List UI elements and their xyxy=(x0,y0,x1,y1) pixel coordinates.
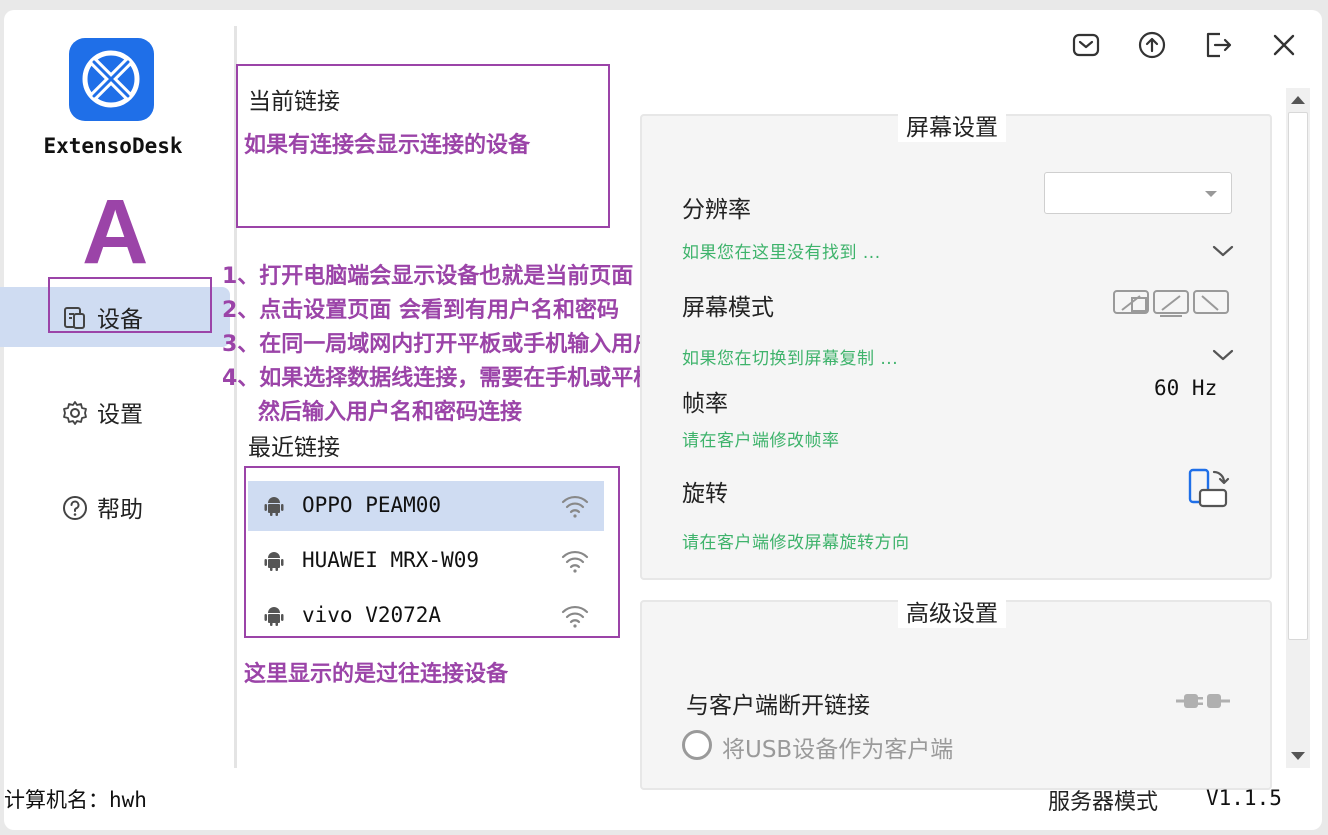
frame-rate-value: 60 Hz xyxy=(1154,376,1218,400)
help-icon xyxy=(63,496,87,520)
disconnect-label: 与客户端断开链接 xyxy=(686,693,870,719)
annotation-box-devices xyxy=(48,277,212,333)
recent-connections-title: 最近链接 xyxy=(248,435,340,461)
resolution-select[interactable] xyxy=(1044,172,1232,214)
mode-second-icon xyxy=(1193,290,1229,314)
current-connection-title: 当前链接 xyxy=(248,89,340,115)
screen-mode-hint: 如果您在切换到屏幕复制 ... xyxy=(682,349,899,369)
recent-connections-hint: 这里显示的是过往连接设备 xyxy=(244,662,509,687)
device-name: OPPO PEAM00 xyxy=(302,493,442,517)
android-icon xyxy=(264,552,284,571)
chevron-down-icon[interactable] xyxy=(1212,348,1234,362)
logo-icon xyxy=(82,50,140,108)
device-name: vivo V2072A xyxy=(302,603,442,627)
mode-duplicate-icon xyxy=(1153,290,1189,317)
rotation-label: 旋转 xyxy=(682,481,728,507)
sidebar-item-settings[interactable]: 设置 xyxy=(0,382,230,442)
computer-name-label: 计算机名： xyxy=(4,788,109,812)
sidebar-item-help[interactable]: 帮助 xyxy=(0,477,230,537)
android-icon xyxy=(264,497,284,516)
server-mode-status: 服务器模式 xyxy=(1048,790,1159,815)
frame-rate-hint: 请在客户端修改帧率 xyxy=(682,431,840,451)
version-label: V1.1.5 xyxy=(1206,786,1282,810)
app-logo xyxy=(69,38,154,121)
device-list-item[interactable]: vivo V2072A xyxy=(248,591,604,641)
close-icon[interactable] xyxy=(1269,30,1299,60)
rotation-hint: 请在客户端修改屏幕旋转方向 xyxy=(682,533,910,553)
rotate-icon[interactable] xyxy=(1186,466,1232,510)
scroll-up-icon[interactable] xyxy=(1291,96,1305,104)
logout-icon[interactable] xyxy=(1203,30,1233,60)
computer-name-status: 计算机名：hwh xyxy=(4,784,147,814)
device-list-item[interactable]: HUAWEI MRX-W09 xyxy=(248,536,604,586)
chevron-down-icon[interactable] xyxy=(1212,244,1234,258)
advanced-settings-title: 高级设置 xyxy=(898,594,1006,628)
frame-rate-label: 帧率 xyxy=(682,391,728,417)
computer-name-value: hwh xyxy=(109,788,147,812)
sidebar-item-label: 帮助 xyxy=(97,497,143,523)
sidebar-item-label: 设置 xyxy=(97,402,143,428)
resolution-label: 分辨率 xyxy=(682,197,751,223)
screen-settings-title: 屏幕设置 xyxy=(898,108,1006,142)
device-list-item[interactable]: OPPO PEAM00 xyxy=(248,481,604,531)
scroll-down-icon[interactable] xyxy=(1291,752,1305,760)
mode-extend-icon xyxy=(1113,290,1149,314)
screen-mode-icons[interactable] xyxy=(1112,288,1230,318)
usb-client-label: 将USB设备作为客户端 xyxy=(722,737,954,763)
current-connection-hint: 如果有连接会显示连接的设备 xyxy=(244,133,531,158)
wifi-icon xyxy=(561,495,589,518)
disconnect-plug-icon[interactable] xyxy=(1176,690,1232,712)
resolution-hint: 如果您在这里没有找到 ... xyxy=(682,243,881,263)
usb-client-radio[interactable] xyxy=(682,730,712,760)
caret-down-icon xyxy=(1205,191,1217,197)
scrollbar-thumb[interactable] xyxy=(1288,112,1308,640)
message-icon[interactable] xyxy=(1071,30,1101,60)
android-icon xyxy=(264,607,284,626)
gear-icon xyxy=(63,401,87,425)
app-name: ExtensoDesk xyxy=(43,134,183,158)
device-name: HUAWEI MRX-W09 xyxy=(302,548,480,572)
annotation-letter: A xyxy=(82,181,149,283)
upload-icon[interactable] xyxy=(1137,30,1167,60)
wifi-icon xyxy=(561,605,589,628)
screen-mode-label: 屏幕模式 xyxy=(682,295,774,321)
wifi-icon xyxy=(561,550,589,573)
